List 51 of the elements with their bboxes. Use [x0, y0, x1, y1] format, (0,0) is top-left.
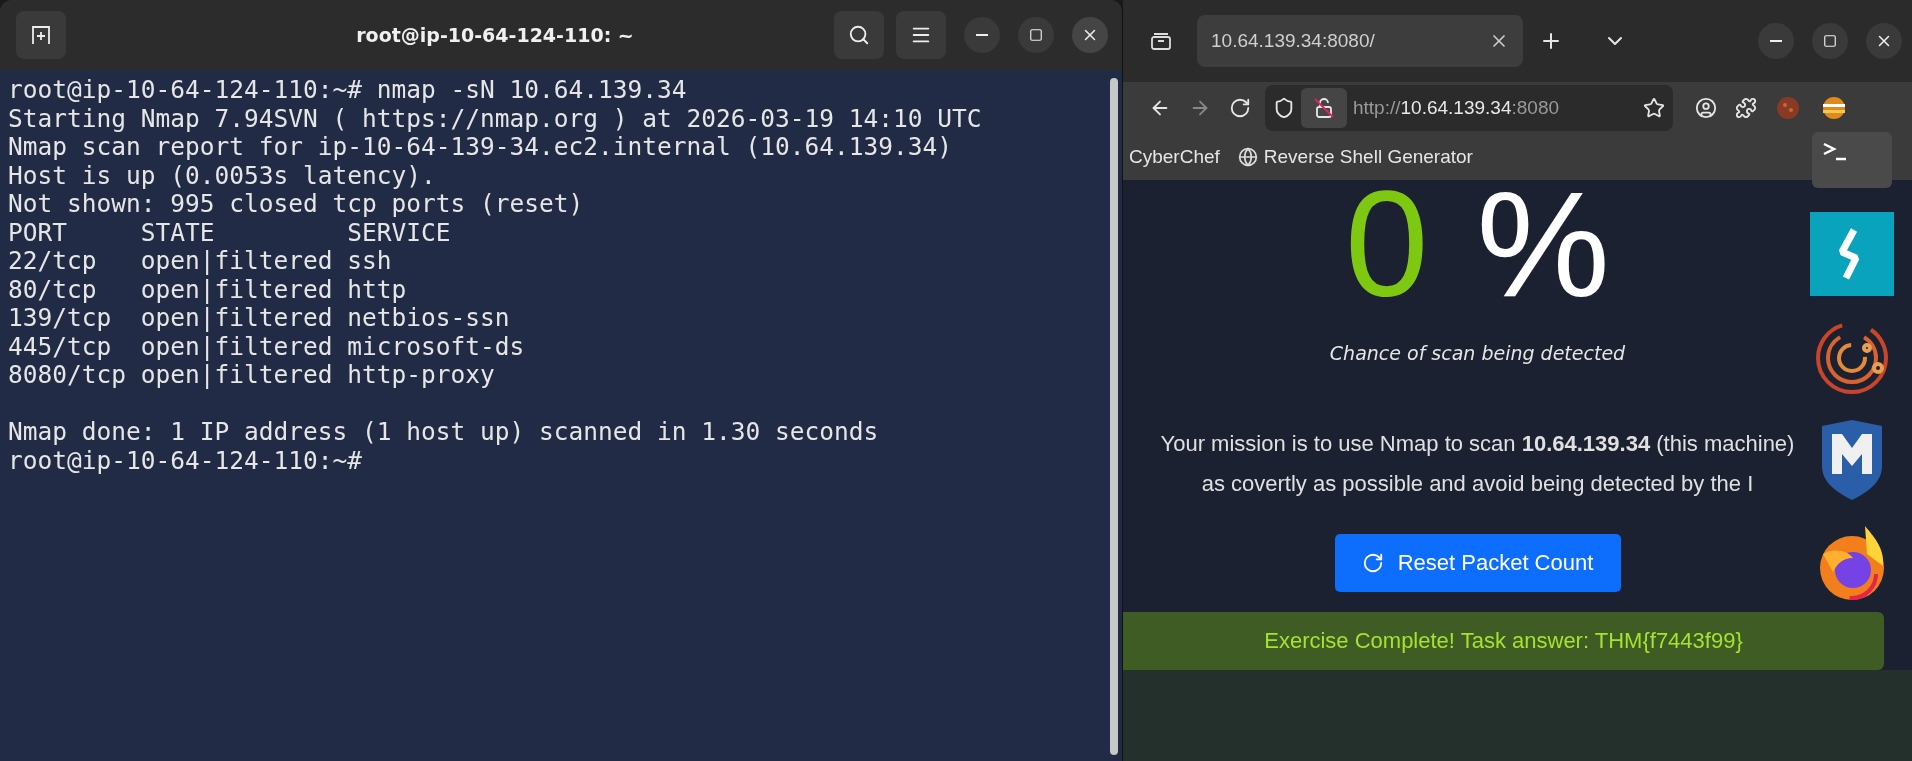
reset-packet-count-button[interactable]: Reset Packet Count	[1334, 534, 1621, 592]
cookie-icon	[1775, 95, 1801, 121]
new-tab-icon	[30, 24, 52, 46]
terminal-line: 22/tcp open|filtered ssh	[8, 247, 393, 276]
search-button[interactable]	[834, 11, 884, 59]
mission-text: Your mission is to use Nmap to scan 10.64.139.34 (this machine) as covertly as possible and avoid being detected by the I	[1160, 430, 1795, 498]
search-icon	[848, 24, 870, 46]
terminal-line: 445/tcp open|filtered microsoft-ds	[8, 332, 526, 361]
bookmark-link[interactable]: CyberChef	[1129, 146, 1220, 168]
bookmark-star-icon[interactable]	[1643, 97, 1665, 119]
terminal-line: root@ip-10-64-124-110:~# nmap -sN 10.64.139.34	[8, 76, 688, 105]
browser-tab[interactable]: 10.64.139.34:8080/	[1197, 15, 1523, 67]
maximize-button[interactable]	[1018, 17, 1054, 53]
maximize-button[interactable]	[1812, 23, 1848, 59]
terminal-line: root@ip-10-64-124-110:~#	[8, 446, 363, 475]
window-title: root@ip-10-64-124-110: ~	[355, 24, 635, 46]
terminal-line: Host is up (0.0053s latency).	[8, 161, 437, 190]
insecure-lock-button[interactable]	[1301, 88, 1347, 128]
terminal-line: Not shown: 995 closed tcp ports (reset)	[8, 190, 585, 219]
menu-button[interactable]	[896, 11, 946, 59]
reload-icon	[1361, 552, 1384, 574]
globe-icon	[1237, 147, 1258, 167]
shield-icon[interactable]	[1273, 97, 1295, 119]
reload-icon	[1229, 97, 1251, 119]
address-bar[interactable]: http://10.64.139.34:8080	[1265, 85, 1673, 131]
detection-caption: Chance of scan being detected	[1329, 342, 1626, 364]
terminal-line: Nmap scan report for ip-10-64-139-34.ec2.internal (10.64.139.34)	[8, 133, 953, 162]
terminal-line: 80/tcp open|filtered http	[8, 275, 408, 304]
terminal-line: 139/tcp open|filtered netbios-ssn	[8, 304, 511, 333]
scrollbar[interactable]	[1110, 78, 1118, 755]
account-icon	[1695, 97, 1717, 119]
success-alert: Exercise Complete! Task answer: THM{f7443f99}	[1123, 612, 1884, 670]
maximize-icon	[1029, 28, 1043, 42]
terminal-line: 8080/tcp open|filtered http-proxy	[8, 361, 496, 390]
crossed-lock-icon	[1312, 96, 1336, 120]
shield-icon[interactable]	[1820, 420, 1884, 500]
close-button[interactable]	[1072, 17, 1108, 53]
close-button[interactable]	[1866, 23, 1902, 59]
percent-sign: %	[1476, 184, 1610, 304]
new-tab-button[interactable]	[16, 11, 66, 59]
url-text: http://10.64.139.34:8080	[1353, 97, 1561, 119]
terminal-line: Starting Nmap 7.94SVN ( https://nmap.org ) at 2026-03-19 14:10 UTC	[8, 104, 983, 133]
terminal-line: Nmap done: 1 IP address (1 host up) scanned in 1.30 seconds	[8, 418, 880, 447]
minimize-icon	[976, 34, 988, 36]
terminal-line: PORT STATE SERVICE	[8, 218, 452, 247]
lightning-icon[interactable]	[1810, 212, 1894, 296]
puzzle-icon	[1735, 97, 1757, 119]
maximize-icon	[1823, 34, 1837, 48]
minimize-icon	[1770, 40, 1782, 42]
bookmark-link[interactable]: Reverse Shell Generator	[1237, 146, 1473, 168]
percent-value: 0	[1345, 184, 1429, 304]
